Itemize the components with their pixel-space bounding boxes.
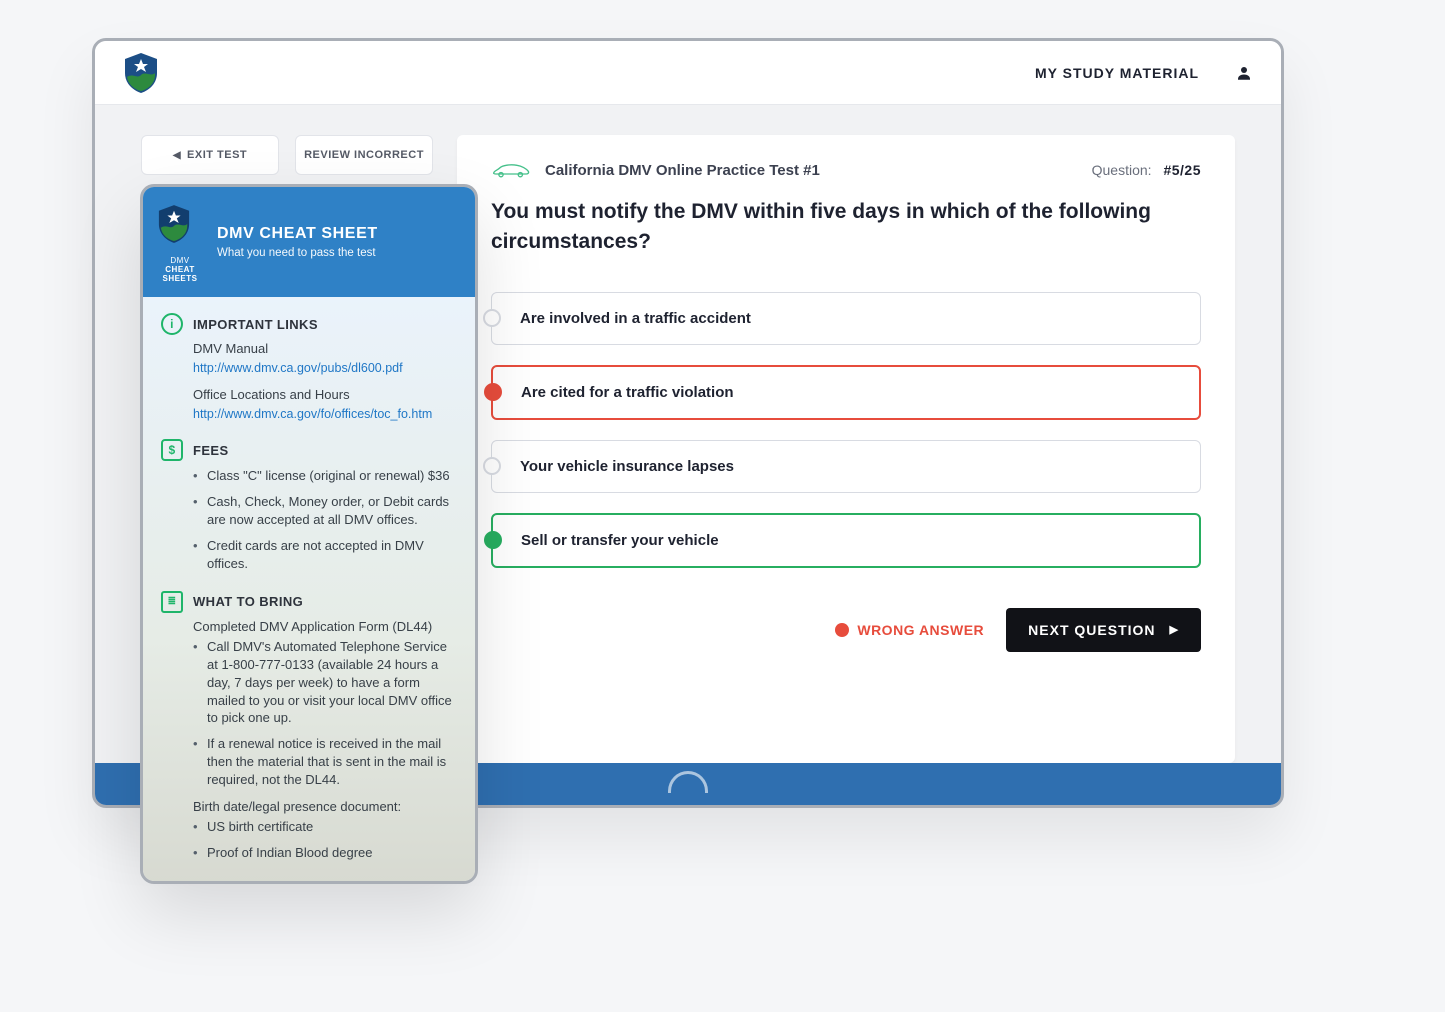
test-title: California DMV Online Practice Test #1 xyxy=(545,162,820,179)
section-heading: FEES xyxy=(193,443,229,458)
section-what-to-bring: ≣ WHAT TO BRING Completed DMV Applicatio… xyxy=(161,591,457,862)
answer-option[interactable]: Your vehicle insurance lapses xyxy=(491,440,1201,493)
answer-text: Are cited for a traffic violation xyxy=(521,384,734,401)
status-dot-icon xyxy=(835,623,849,637)
office-locations-link[interactable]: http://www.dmv.ca.gov/fo/offices/toc_fo.… xyxy=(193,407,432,421)
review-incorrect-button[interactable]: REVIEW INCORRECT xyxy=(295,135,433,175)
radio-icon xyxy=(483,457,501,475)
brand-shield-icon xyxy=(123,53,159,93)
answer-text: Your vehicle insurance lapses xyxy=(520,458,734,475)
answer-option[interactable]: Sell or transfer your vehicle xyxy=(491,513,1201,568)
exit-test-button[interactable]: ◀ EXIT TEST xyxy=(141,135,279,175)
caret-left-icon: ◀ xyxy=(173,150,181,161)
result-badge: WRONG ANSWER xyxy=(835,622,984,638)
list-item: If a renewal notice is received in the m… xyxy=(193,735,457,789)
money-icon: $ xyxy=(161,439,183,461)
list-item: Call DMV's Automated Telephone Service a… xyxy=(193,638,457,728)
radio-icon xyxy=(484,383,502,401)
footer-arc-icon xyxy=(668,771,708,793)
answer-list: Are involved in a traffic accident Are c… xyxy=(491,292,1201,568)
answer-option[interactable]: Are cited for a traffic violation xyxy=(491,365,1201,420)
caret-right-icon: ▶ xyxy=(1170,623,1179,636)
app-header: MY STUDY MATERIAL xyxy=(95,41,1281,105)
nav-my-study[interactable]: MY STUDY MATERIAL xyxy=(1035,65,1199,81)
radio-icon xyxy=(484,531,502,549)
quiz-card: California DMV Online Practice Test #1 Q… xyxy=(457,135,1235,763)
list-item: US birth certificate xyxy=(193,818,457,836)
cheat-sheet-title: DMV CHEAT SHEET xyxy=(217,225,378,243)
question-counter: Question: #5/25 xyxy=(1092,162,1201,178)
result-label: WRONG ANSWER xyxy=(857,622,984,638)
cheat-sheet-card: DMV CHEAT SHEETS DMV CHEAT SHEET What yo… xyxy=(140,184,478,884)
list-item: Cash, Check, Money order, or Debit cards… xyxy=(193,493,457,529)
next-question-button[interactable]: NEXT QUESTION ▶ xyxy=(1006,608,1201,652)
section-heading: IMPORTANT LINKS xyxy=(193,317,318,332)
list-item: Credit cards are not accepted in DMV off… xyxy=(193,537,457,573)
cheat-sheet-header: DMV CHEAT SHEETS DMV CHEAT SHEET What yo… xyxy=(143,187,475,297)
next-question-label: NEXT QUESTION xyxy=(1028,622,1155,638)
cheat-sheet-body: i IMPORTANT LINKS DMV Manual http://www.… xyxy=(143,297,475,884)
exit-test-label: EXIT TEST xyxy=(187,149,247,161)
cheat-sheet-subtitle: What you need to pass the test xyxy=(217,247,378,259)
question-counter-value: #5/25 xyxy=(1163,162,1201,178)
section-important-links: i IMPORTANT LINKS DMV Manual http://www.… xyxy=(161,313,457,421)
answer-text: Are involved in a traffic accident xyxy=(520,310,751,327)
info-icon: i xyxy=(161,313,183,335)
dmv-manual-link[interactable]: http://www.dmv.ca.gov/pubs/dl600.pdf xyxy=(193,361,403,375)
document-icon: ≣ xyxy=(161,591,183,613)
link-label: Office Locations and Hours xyxy=(193,387,457,402)
question-counter-label: Question: xyxy=(1092,162,1152,178)
answer-option[interactable]: Are involved in a traffic accident xyxy=(491,292,1201,345)
brand-small-text: DMV CHEAT SHEETS xyxy=(157,256,203,283)
user-icon[interactable] xyxy=(1235,64,1253,82)
question-text: You must notify the DMV within five days… xyxy=(491,197,1201,258)
brand-shield-icon xyxy=(157,201,191,247)
bring-intro: Completed DMV Application Form (DL44) xyxy=(193,619,457,634)
link-label: DMV Manual xyxy=(193,341,457,356)
section-fees: $ FEES Class "C" license (original or re… xyxy=(161,439,457,573)
car-icon xyxy=(491,161,531,179)
bring-sub-intro: Birth date/legal presence document: xyxy=(193,799,457,814)
section-heading: WHAT TO BRING xyxy=(193,594,303,609)
list-item: Proof of Indian Blood degree xyxy=(193,844,457,862)
radio-icon xyxy=(483,309,501,327)
review-incorrect-label: REVIEW INCORRECT xyxy=(304,149,424,161)
answer-text: Sell or transfer your vehicle xyxy=(521,532,719,549)
list-item: Class "C" license (original or renewal) … xyxy=(193,467,457,485)
